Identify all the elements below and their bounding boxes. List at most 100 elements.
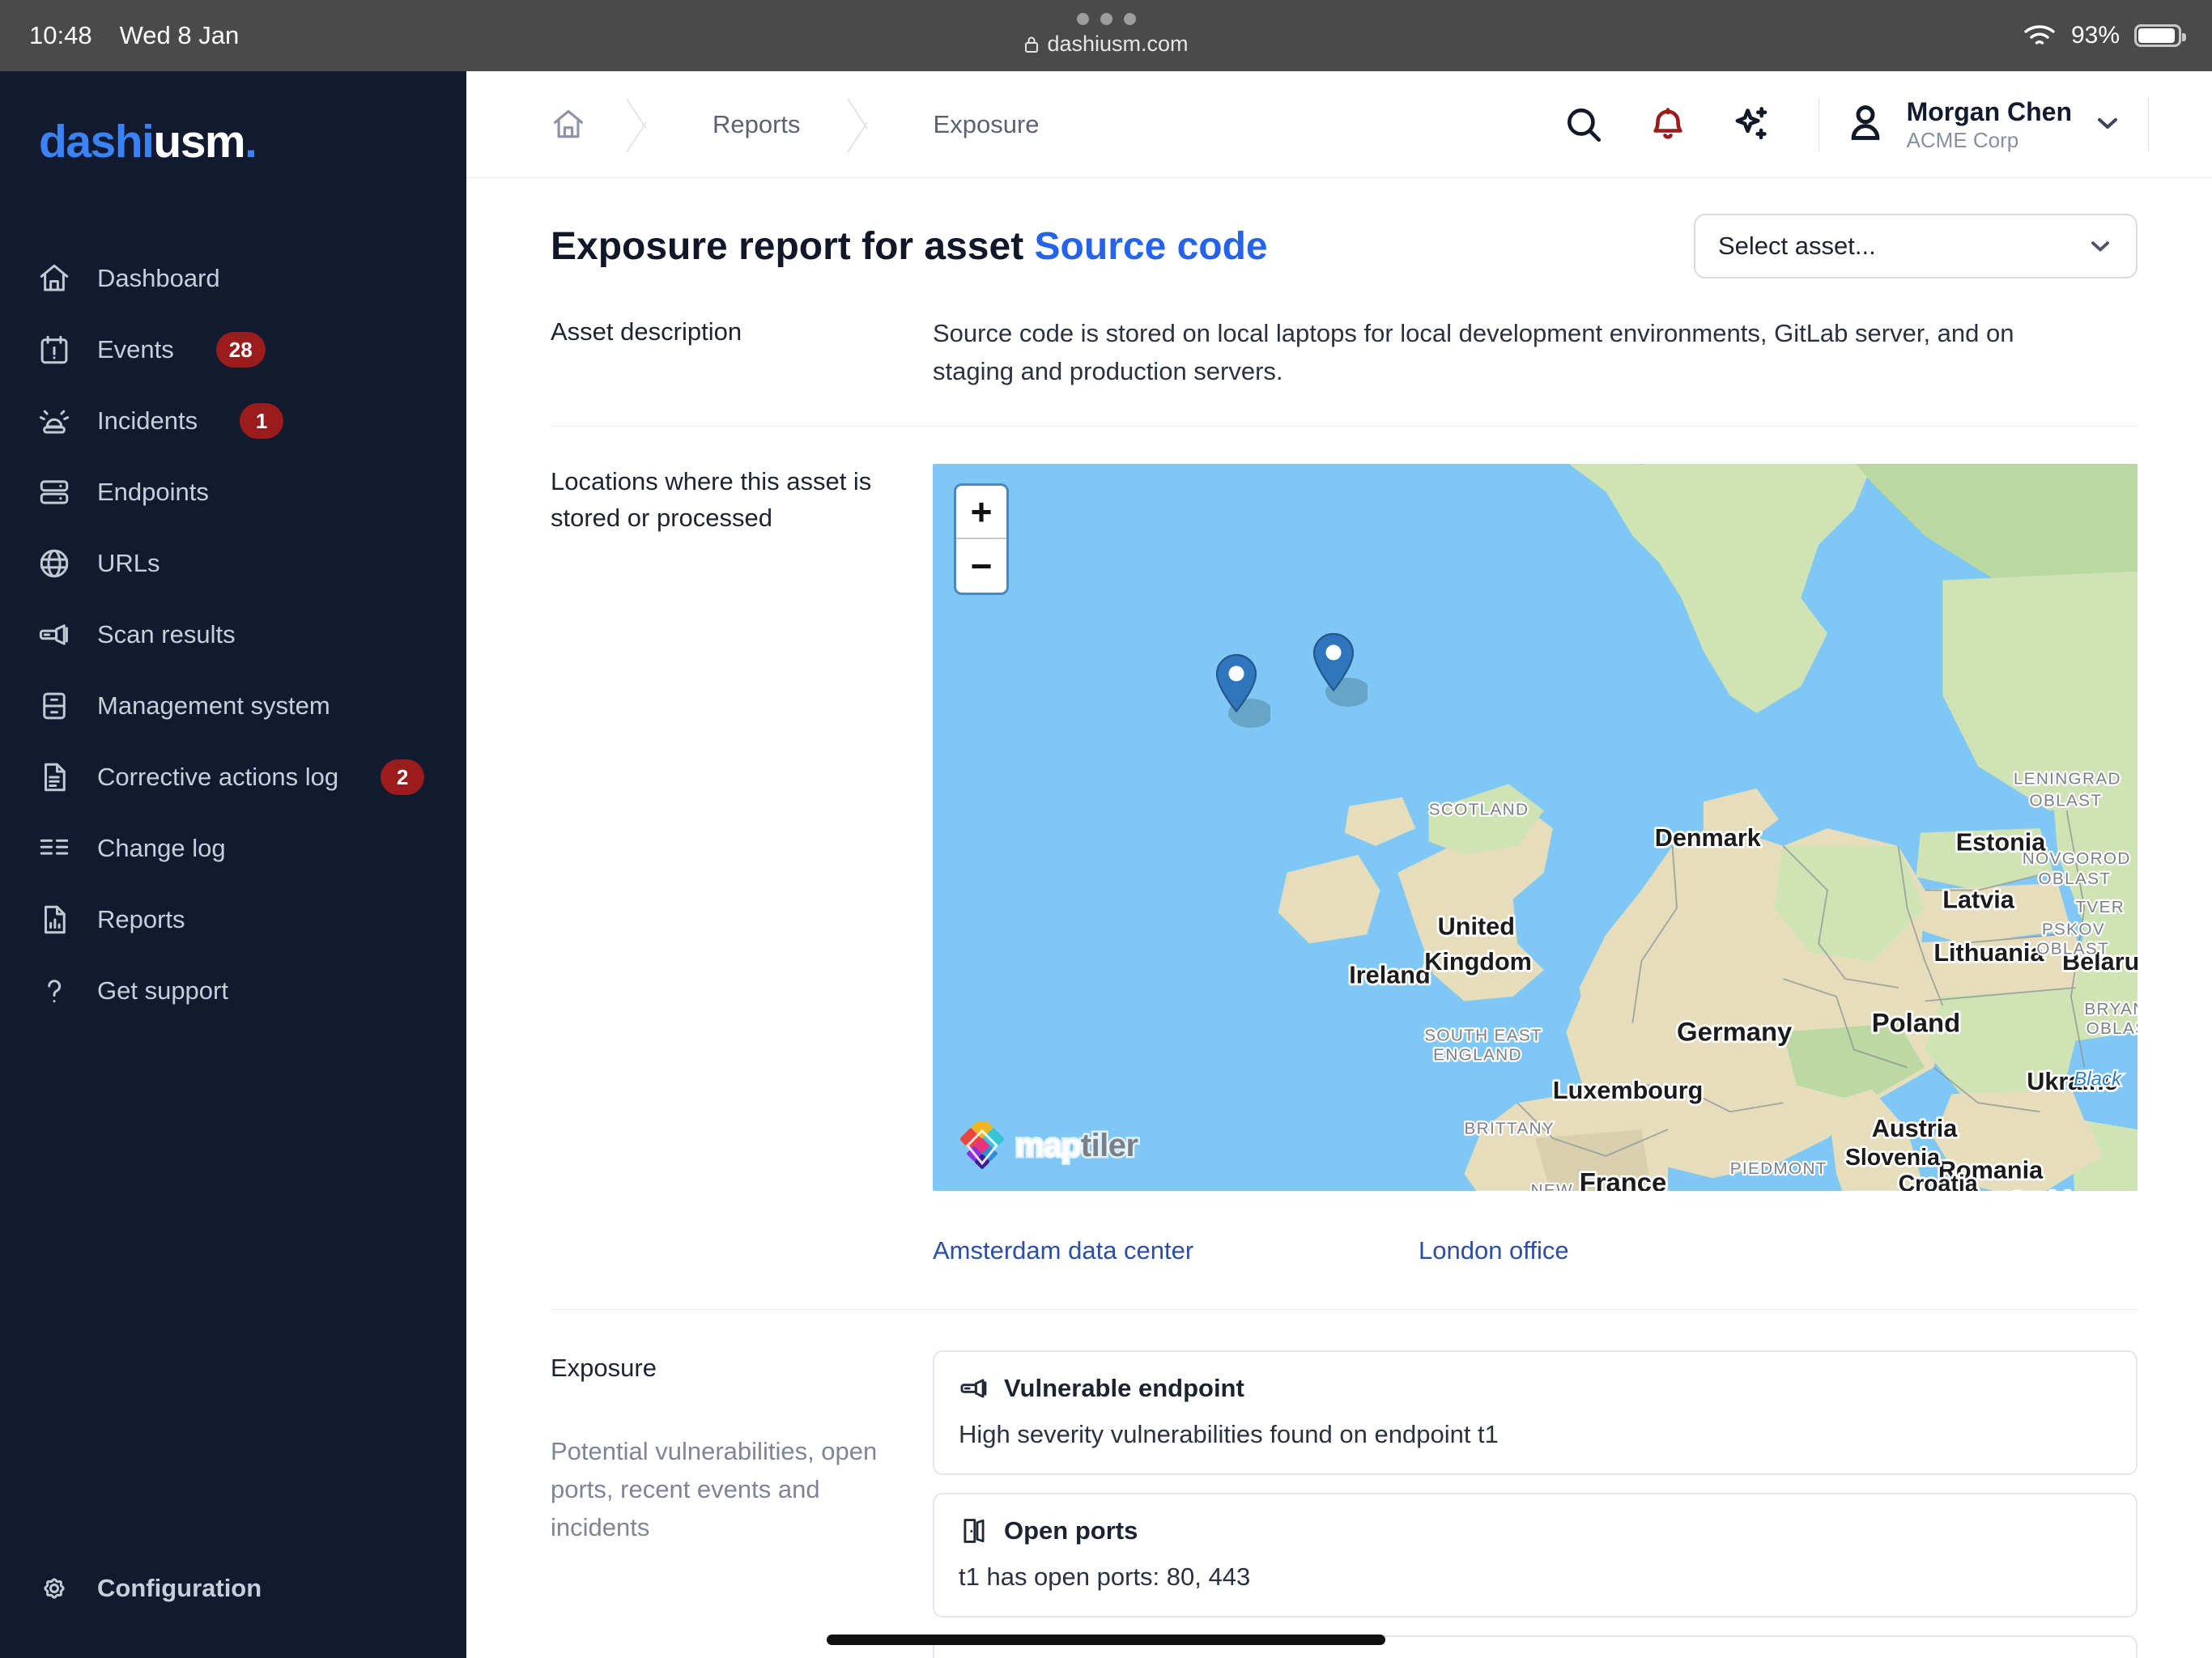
svg-text:OBLAST: OBLAST — [2087, 1019, 2138, 1038]
svg-text:OBLAST: OBLAST — [2036, 940, 2109, 959]
address-bar[interactable]: dashiusm.com — [1023, 32, 1189, 57]
location-link-amsterdam[interactable]: Amsterdam data center — [933, 1236, 1419, 1265]
maptiler-attribution[interactable]: maptiler — [960, 1121, 1141, 1170]
svg-text:Germany: Germany — [1677, 1017, 1793, 1047]
page-title-asset-link[interactable]: Source code — [1035, 225, 1268, 268]
status-bar-right: 93% — [2023, 0, 2186, 71]
server-icon — [36, 474, 73, 511]
breadcrumb-home[interactable] — [551, 71, 622, 178]
sidebar-item-change-log[interactable]: Change log — [0, 813, 466, 884]
sidebar-badge-incidents: 1 — [240, 403, 284, 439]
asset-description-row: Asset description Source code is stored … — [466, 278, 2212, 426]
location-map[interactable]: Sweden Denmark Estonia Latvia Lithuania … — [933, 464, 2138, 1192]
cabinet-icon — [36, 687, 73, 725]
locations-row: Locations where this asset is stored or … — [466, 427, 2212, 1309]
card-header: Open ports — [959, 1516, 2112, 1546]
sidebar-item-dashboard[interactable]: Dashboard — [0, 243, 466, 314]
exposure-cards: Vulnerable endpoint High severity vulner… — [933, 1350, 2138, 1658]
sidebar-item-endpoints[interactable]: Endpoints — [0, 457, 466, 528]
svg-text:Poland: Poland — [1872, 1008, 1960, 1038]
app-logo[interactable]: dashiusm. — [39, 115, 466, 168]
sidebar-item-label: Incidents — [97, 406, 198, 435]
breadcrumb-item-reports[interactable]: Reports — [670, 71, 843, 178]
siren-icon — [36, 402, 73, 440]
sidebar-item-incidents[interactable]: Incidents 1 — [0, 385, 466, 457]
page-title-prefix: Exposure report for asset — [551, 224, 1024, 268]
svg-text:France: France — [1580, 1167, 1667, 1191]
question-mark-icon — [36, 972, 73, 1010]
svg-text:Croatia: Croatia — [1899, 1171, 1978, 1191]
sidebar-item-label: Reports — [97, 905, 185, 933]
sidebar-item-label: Corrective actions log — [97, 763, 339, 791]
map-zoom-out-button[interactable]: − — [956, 539, 1006, 593]
breadcrumb-separator — [622, 71, 670, 178]
sidebar-badge-events: 28 — [215, 332, 266, 368]
sidebar-item-label: Get support — [97, 976, 228, 1005]
exposure-row: Exposure Potential vulnerabilities, open… — [466, 1310, 2212, 1658]
notifications-button[interactable] — [1626, 71, 1710, 178]
logo-dot: . — [245, 116, 257, 168]
sidebar-item-get-support[interactable]: Get support — [0, 955, 466, 1027]
map-zoom-in-button[interactable]: + — [956, 486, 1006, 540]
svg-text:LENINGRAD: LENINGRAD — [2014, 770, 2121, 789]
card-description: t1 has open ports: 80, 443 — [959, 1562, 1251, 1592]
maptiler-word-map: map — [1014, 1125, 1083, 1165]
status-bar-time: 10:48 — [29, 21, 92, 49]
home-icon — [36, 260, 73, 297]
sidebar-item-configuration[interactable]: Configuration — [0, 1553, 466, 1624]
maptiler-logo-icon — [960, 1121, 1004, 1170]
svg-text:NOVGOROD: NOVGOROD — [2023, 849, 2131, 868]
map-zoom-controls[interactable]: + − — [954, 483, 1009, 596]
map-pin-amsterdam[interactable] — [1309, 632, 1368, 712]
sidebar-item-label: Change log — [97, 834, 226, 862]
maptiler-wordmark: maptiler — [1014, 1125, 1141, 1165]
user-menu[interactable]: Morgan Chen ACME Corp — [1844, 96, 2124, 154]
sidebar-item-reports[interactable]: Reports — [0, 884, 466, 955]
wifi-icon — [2024, 25, 2055, 45]
home-icon — [553, 109, 584, 138]
locations-body: Sweden Denmark Estonia Latvia Lithuania … — [933, 464, 2138, 1309]
gear-icon — [36, 1570, 73, 1607]
svg-text:OBLAST: OBLAST — [2030, 792, 2103, 810]
sidebar-item-label: Scan results — [97, 620, 236, 648]
user-name: Morgan Chen — [1906, 96, 2072, 126]
exposure-card-open-ports[interactable]: Open ports t1 has open ports: 80, 443 — [933, 1493, 2138, 1618]
exposure-card-vulnerable-endpoint[interactable]: Vulnerable endpoint High severity vulner… — [933, 1350, 2138, 1476]
svg-text:NEW: NEW — [1531, 1181, 1573, 1191]
status-bar-left: 10:48 Wed 8 Jan — [29, 21, 239, 50]
svg-text:Lithuania: Lithuania — [1933, 939, 2044, 967]
svg-text:Denmark: Denmark — [1655, 824, 1762, 852]
svg-text:SCOTLAND: SCOTLAND — [1429, 801, 1529, 819]
door-open-icon — [963, 1519, 985, 1544]
chevron-down-icon[interactable] — [2091, 107, 2124, 143]
sidebar-item-urls[interactable]: URLs — [0, 528, 466, 599]
svg-text:OBLAST: OBLAST — [2038, 869, 2111, 888]
chevron-down-icon — [2091, 241, 2109, 252]
sidebar-item-label: URLs — [97, 549, 160, 577]
sidebar-badge-corrective-actions: 2 — [381, 759, 425, 795]
maptiler-word-tiler: tiler — [1078, 1125, 1140, 1165]
asset-description-label: Asset description — [551, 317, 742, 346]
asset-select[interactable]: Select asset... — [1694, 214, 2138, 278]
topbar-actions: Morgan Chen ACME Corp — [1542, 71, 2173, 178]
search-button[interactable] — [1542, 71, 1626, 178]
lock-icon — [1025, 36, 1039, 53]
sidebar-item-events[interactable]: Events 28 — [0, 314, 466, 385]
sidebar: dashiusm. Dashboard Events 28 Incidents … — [0, 71, 466, 1658]
location-link-london[interactable]: London office — [1419, 1236, 1569, 1265]
address-bar-url: dashiusm.com — [1047, 32, 1189, 56]
svg-text:Luxembourg: Luxembourg — [1553, 1077, 1703, 1104]
sidebar-item-corrective-actions-log[interactable]: Corrective actions log 2 — [0, 742, 466, 813]
bell-icon — [1653, 108, 1682, 139]
svg-text:BRYANSK: BRYANSK — [2084, 1000, 2138, 1018]
ai-assistant-button[interactable] — [1710, 71, 1794, 178]
map-pin-london[interactable] — [1212, 653, 1270, 733]
content: Exposure report for asset Source code Se… — [466, 178, 2212, 1658]
locations-label-col: Locations where this asset is stored or … — [551, 464, 933, 1309]
user-org: ACME Corp — [1906, 127, 2019, 152]
sidebar-item-management-system[interactable]: Management system — [0, 670, 466, 742]
status-bar-date: Wed 8 Jan — [119, 21, 240, 49]
sidebar-item-scan-results[interactable]: Scan results — [0, 599, 466, 670]
breadcrumb-item-exposure[interactable]: Exposure — [891, 71, 1082, 178]
svg-text:Kingdom: Kingdom — [1424, 948, 1532, 976]
